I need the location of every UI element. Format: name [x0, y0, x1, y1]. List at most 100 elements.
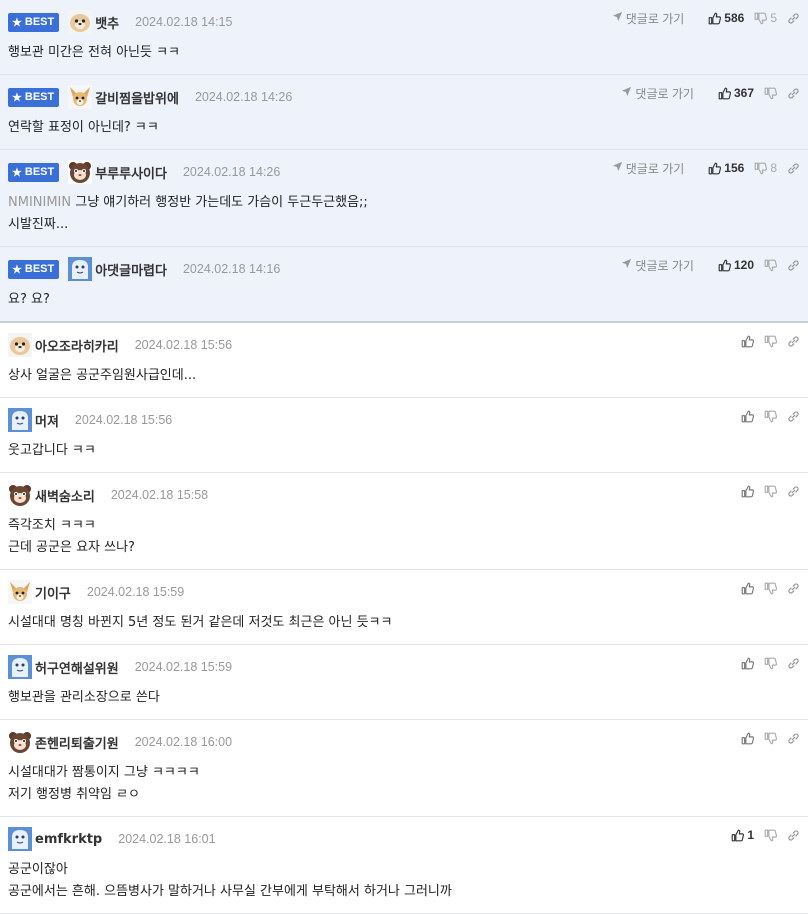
link-icon — [787, 12, 800, 25]
mention-prefix[interactable]: NMINIMIN — [8, 195, 71, 210]
ghost-avatar[interactable] — [8, 655, 32, 679]
dislike-button[interactable] — [764, 485, 777, 498]
dislike-button[interactable]: 8 — [754, 161, 777, 175]
like-button[interactable] — [741, 485, 754, 498]
comment-date: 2024.02.18 15:59 — [134, 660, 233, 674]
comment-date: 2024.02.18 15:56 — [74, 413, 173, 427]
nickname[interactable]: emfkrktp — [35, 832, 102, 847]
star-icon: ★ — [12, 166, 22, 179]
comment-date: 2024.02.18 16:01 — [118, 832, 216, 846]
dislike-button[interactable] — [764, 87, 777, 100]
comment-header: 새벽숨소리 2024.02.18 15:58 — [8, 483, 800, 507]
share-link-button[interactable] — [787, 732, 800, 745]
comment-line: 근데 공군은 요자 쓰나? — [8, 537, 800, 559]
nickname[interactable]: 새벽숨소리 — [35, 486, 95, 505]
nickname[interactable]: 허구연해설위원 — [35, 658, 119, 677]
like-button[interactable]: 156 — [708, 161, 744, 175]
thumb-down-icon — [764, 335, 777, 348]
dislike-button[interactable] — [764, 829, 777, 842]
comment-date: 2024.02.18 15:56 — [134, 338, 233, 352]
comment-text: 행보관을 관리소장으로 쓴다 — [8, 690, 160, 705]
goto-comment-link[interactable]: 댓글로 가기 — [621, 85, 694, 102]
comment-date: 2024.02.18 14:16 — [182, 262, 281, 276]
like-button[interactable] — [741, 657, 754, 670]
comment-line: 시발진짜... — [8, 214, 800, 236]
thumb-up-icon — [718, 259, 731, 272]
share-link-button[interactable] — [787, 657, 800, 670]
nickname[interactable]: 부루루사이다 — [95, 163, 167, 182]
share-link-button[interactable] — [787, 582, 800, 595]
nickname[interactable]: 아오조라히카리 — [35, 336, 119, 355]
like-button[interactable] — [741, 410, 754, 423]
comment-actions — [731, 333, 800, 349]
nickname[interactable]: 아댓글마렵다 — [95, 260, 167, 279]
share-link-button[interactable] — [787, 829, 800, 842]
bear-avatar[interactable] — [8, 483, 32, 507]
share-link-button[interactable] — [787, 12, 800, 25]
dislike-button[interactable]: 5 — [754, 11, 777, 25]
comment-header: 기이구 2024.02.18 15:59 — [8, 580, 800, 604]
nickname[interactable]: 기이구 — [35, 583, 71, 602]
share-link-button[interactable] — [787, 259, 800, 272]
comment-body: 행보관 미간은 전혀 아닌듯 ㅋㅋ — [8, 34, 800, 74]
comment-body: 웃고갑니다 ㅋㅋ — [8, 432, 800, 472]
nickname[interactable]: 뱃추 — [95, 13, 119, 32]
ghost-avatar[interactable] — [68, 257, 93, 281]
like-button[interactable]: 367 — [718, 86, 754, 100]
best-badge: ★ BEST — [8, 162, 60, 182]
like-button[interactable] — [741, 732, 754, 745]
share-link-button[interactable] — [787, 410, 800, 423]
dislike-button[interactable] — [764, 259, 777, 272]
dislike-button[interactable] — [764, 335, 777, 348]
dislike-button[interactable] — [764, 410, 777, 423]
goto-comment-link[interactable]: 댓글로 가기 — [612, 10, 685, 27]
chihuahua-avatar[interactable] — [68, 85, 93, 109]
nickname[interactable]: 갈비찜을밥위에 — [95, 88, 179, 107]
chihuahua-avatar[interactable] — [8, 580, 32, 604]
share-link-button[interactable] — [787, 87, 800, 100]
comment-item: ★ BEST 갈비찜을밥위에 2024.02.18 14:26 댓글로 가기 367 연락할… — [0, 75, 808, 150]
goto-comment-link[interactable]: 댓글로 가기 — [612, 160, 684, 177]
ghost-avatar[interactable] — [8, 408, 32, 432]
dog-avatar[interactable] — [68, 10, 93, 34]
like-button[interactable] — [741, 335, 754, 348]
bear-avatar[interactable] — [68, 160, 93, 184]
goto-comment-label: 댓글로 가기 — [625, 11, 685, 26]
like-button[interactable] — [741, 582, 754, 595]
dislike-button[interactable] — [764, 657, 777, 670]
best-label: BEST — [24, 263, 55, 275]
share-link-button[interactable] — [787, 335, 800, 348]
thumb-down-icon — [764, 410, 777, 423]
like-button[interactable]: 1 — [731, 828, 754, 842]
bear-avatar[interactable] — [8, 730, 32, 754]
goto-comment-link[interactable]: 댓글로 가기 — [621, 257, 694, 274]
dog-avatar[interactable] — [8, 333, 32, 357]
comment-text: 공군이잖아 — [8, 862, 68, 877]
comment-item: ★ BEST 아댓글마렵다 2024.02.18 14:16 댓글로 가기 120 요? 요… — [0, 247, 808, 323]
link-icon — [787, 410, 800, 423]
comment-line: 시설대대 명칭 바뀐지 5년 정도 된거 같은데 저것도 최근은 아닌 듯ㅋㅋ — [8, 612, 800, 634]
comment-line: 행보관 미간은 전혀 아닌듯 ㅋㅋ — [8, 42, 800, 64]
nickname[interactable]: 존헨리퇴출기원 — [35, 733, 119, 752]
like-button[interactable]: 120 — [718, 258, 754, 272]
comment-item: 새벽숨소리 2024.02.18 15:58 즉각조치 ㅋㅋㅋ 근데 공군은 요자 쓰… — [0, 473, 808, 570]
nickname[interactable]: 머져 — [35, 411, 59, 430]
share-link-button[interactable] — [787, 485, 800, 498]
link-icon — [787, 162, 800, 175]
dislike-button[interactable] — [764, 732, 777, 745]
comment-body: 연락할 표정이 아닌데? ㅋㅋ — [8, 109, 800, 149]
share-link-button[interactable] — [787, 162, 800, 175]
goto-comment-label: 댓글로 가기 — [635, 86, 694, 101]
comment-text: 시설대대 명칭 바뀐지 5년 정도 된거 같은데 저것도 최근은 아닌 듯ㅋㅋ — [8, 615, 393, 630]
best-label: BEST — [24, 91, 55, 103]
comment-date: 2024.02.18 15:58 — [110, 488, 209, 502]
ghost-avatar[interactable] — [8, 827, 32, 851]
like-count: 156 — [724, 161, 745, 175]
comment-body: 상사 얼굴은 공군주임원사급인데... — [8, 357, 800, 397]
dislike-button[interactable] — [764, 582, 777, 595]
comment-text: 상사 얼굴은 공군주임원사급인데... — [8, 368, 197, 383]
like-button[interactable]: 586 — [708, 11, 744, 25]
comment-body: 요? 요? — [8, 281, 800, 321]
comment-header: 머져 2024.02.18 15:56 — [8, 408, 800, 432]
thumb-down-icon — [764, 829, 777, 842]
